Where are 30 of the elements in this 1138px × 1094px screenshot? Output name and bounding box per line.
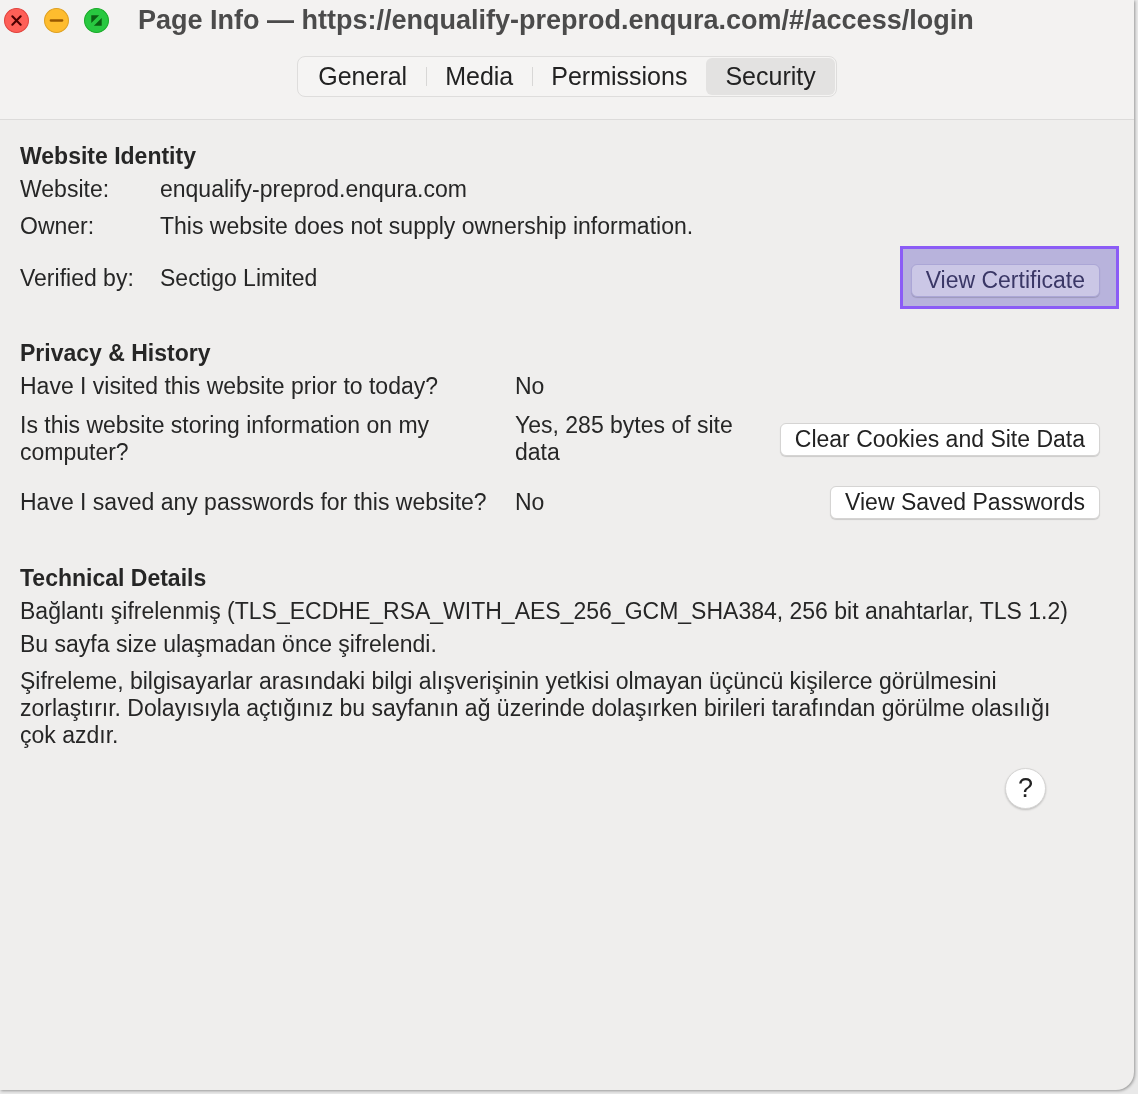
help-button[interactable]: ? [1005,768,1046,809]
tab[interactable]: Security [706,58,835,95]
details-paragraph: Şifreleme, bilgisayarlar arasındaki bilgi alışverişinin yetkisi olmayan üçüncü kişilerce görülmesini zorlaştırır. Dolayısıyla açtığınız bu sayfanın ağ üzerinde dolaşırken birileri tarafından görülme olasılığı çok azdır. [20,668,1052,749]
question-text: Is this website storing information on my computer? [20,412,431,466]
tab[interactable]: Media [426,58,533,95]
field-label: Verified by: [20,265,135,292]
fullscreen-icon[interactable] [84,7,109,33]
tab[interactable]: Permissions [532,58,707,95]
field-value: Sectigo Limited [160,265,319,292]
field-label: Owner: [20,213,96,240]
answer-text: Yes, 285 bytes of site data [515,412,734,466]
details-paragraph: Bu sayfa size ulaşmadan önce şifrelendi. [20,631,438,658]
window-title: Page Info — https://enqualify-preprod.enqura.com/#/access/login [138,4,974,36]
field-value: This website does not supply ownership information. [160,213,695,240]
question-text: Have I visited this website prior to today? [20,373,440,400]
section-heading: Privacy & History [20,340,212,367]
answer-text: No [515,489,546,516]
details-paragraph: Bağlantı şifrelenmiş (TLS_ECDHE_RSA_WITH_AES_256_GCM_SHA384, 256 bit anahtarlar, TLS 1.2) [20,598,1069,625]
section-heading: Technical Details [20,565,208,592]
close-icon[interactable] [4,7,29,33]
question-text: Have I saved any passwords for this website? [20,489,488,516]
field-value: enqualify-preprod.enqura.com [160,176,468,203]
field-label: Website: [20,176,111,203]
clear-data-button[interactable]: Clear Cookies and Site Data [779,422,1100,456]
answer-text: No [515,373,546,400]
view-certificate-button[interactable]: View Certificate [910,264,1100,297]
section-heading: Website Identity [20,143,197,170]
minimize-icon[interactable] [44,7,69,33]
tab[interactable]: General [299,58,427,95]
view-passwords-button[interactable]: View Saved Passwords [830,486,1100,519]
